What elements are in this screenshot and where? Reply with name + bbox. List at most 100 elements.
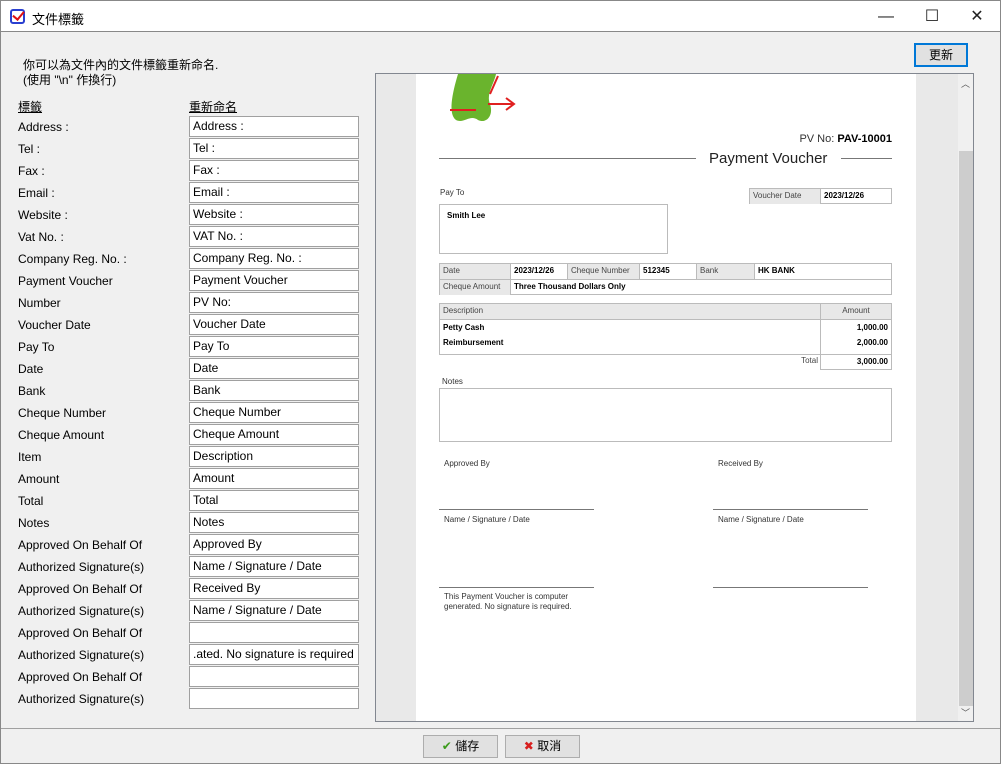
row-label: Email : xyxy=(18,186,55,200)
instructions: 你可以為文件內的文件標籤重新命名. (使用 "\n" 作換行) xyxy=(23,58,218,88)
row-label: Authorized Signature(s) xyxy=(18,604,145,618)
date-label: Date xyxy=(440,264,511,279)
rename-column-header: 重新命名 xyxy=(189,100,238,114)
rename-input[interactable]: Bank xyxy=(189,380,359,401)
row-label: Notes xyxy=(18,516,50,530)
rename-input[interactable]: Amount xyxy=(189,468,359,489)
bank-label: Bank xyxy=(697,264,755,279)
voucher-date-box: Voucher Date 2023/12/26 xyxy=(749,188,892,204)
scrollbar-thumb[interactable] xyxy=(959,151,973,706)
cross-icon: ✖ xyxy=(523,739,534,753)
company-logo xyxy=(450,74,516,122)
items-table: Description Amount Petty Cash 1,000.00 Rei… xyxy=(439,303,892,355)
title-rule xyxy=(439,158,696,159)
title-bar: 文件標籤 — ☐ ✕ xyxy=(1,1,1000,32)
rename-input[interactable]: Email : xyxy=(189,182,359,203)
signature-line xyxy=(439,509,594,510)
pay-to-label: Pay To xyxy=(440,188,465,197)
rename-input[interactable]: Website : xyxy=(189,204,359,225)
approved-by-label: Approved By xyxy=(444,459,490,468)
rename-input[interactable]: Received By xyxy=(189,578,359,599)
pay-to-box: Smith Lee xyxy=(439,204,668,254)
description-header: Description xyxy=(440,304,821,320)
total-box: 3,000.00 xyxy=(820,354,892,370)
rename-input[interactable]: Voucher Date xyxy=(189,314,359,335)
pv-label: PV No: xyxy=(799,133,835,145)
refresh-button[interactable]: 更新 xyxy=(914,43,968,67)
signature-caption: Name / Signature / Date xyxy=(444,515,530,524)
row-label: Authorized Signature(s) xyxy=(18,648,145,662)
signature-line xyxy=(713,587,868,588)
rename-input[interactable]: VAT No. : xyxy=(189,226,359,247)
row-label: Date xyxy=(18,362,44,376)
rename-input[interactable]: Approved By xyxy=(189,534,359,555)
rename-input[interactable]: Cheque Amount xyxy=(189,424,359,445)
cancel-label: 取消 xyxy=(537,739,562,753)
row-label: Item xyxy=(18,450,42,464)
row-label: Payment Voucher xyxy=(18,274,113,288)
rename-input[interactable]: Payment Voucher xyxy=(189,270,359,291)
preview-scrollbar[interactable]: ︿ ﹀ xyxy=(958,74,973,721)
row-label: Cheque Number xyxy=(18,406,107,420)
rename-input[interactable]: Name / Signature / Date xyxy=(189,600,359,621)
item-description: Petty Cash xyxy=(443,323,485,332)
row-label: Pay To xyxy=(18,340,55,354)
instruction-line-1: 你可以為文件內的文件標籤重新命名. xyxy=(23,58,219,72)
item-description: Reimbursement xyxy=(443,338,504,347)
row-label: Fax : xyxy=(18,164,45,178)
scroll-down-icon[interactable]: ﹀ xyxy=(961,706,970,719)
cheque-amount-value: Three Thousand Dollars Only xyxy=(514,282,626,291)
pv-value: PAV-10001 xyxy=(837,133,892,145)
rename-input[interactable]: Fax : xyxy=(189,160,359,181)
notes-label: Notes xyxy=(442,377,463,386)
preview-page: PV No: PAV-10001 Payment Voucher Pay To … xyxy=(416,74,916,721)
doc-title: Payment Voucher xyxy=(709,150,828,167)
row-label: Authorized Signature(s) xyxy=(18,560,145,574)
window-title: 文件標籤 xyxy=(32,12,85,27)
row-label: Amount xyxy=(18,472,60,486)
rename-input[interactable] xyxy=(189,622,359,643)
label-column-header: 標籤 xyxy=(18,100,43,114)
title-rule xyxy=(841,158,892,159)
row-label: Vat No. : xyxy=(18,230,64,244)
rename-input[interactable]: Name / Signature / Date xyxy=(189,556,359,577)
save-label: 儲存 xyxy=(455,739,480,753)
voucher-date-label: Voucher Date xyxy=(750,189,821,204)
cancel-button[interactable]: ✖ 取消 xyxy=(505,735,580,758)
minimize-button[interactable]: — xyxy=(863,1,909,32)
close-button[interactable]: ✕ xyxy=(954,1,1000,32)
voucher-date-value: 2023/12/26 xyxy=(824,191,865,200)
rename-input[interactable]: Tel : xyxy=(189,138,359,159)
rename-input[interactable]: Company Reg. No. : xyxy=(189,248,359,269)
received-by-label: Received By xyxy=(718,459,763,468)
cheque-table: Date 2023/12/26 Cheque Number 512345 Ban… xyxy=(439,263,892,295)
rename-input[interactable]: PV No: xyxy=(189,292,359,313)
scroll-up-icon[interactable]: ︿ xyxy=(961,77,970,90)
pv-number: PV No: PAV-10001 xyxy=(799,133,892,145)
rename-input[interactable] xyxy=(189,688,359,709)
rename-input[interactable]: ated. No signature is required. xyxy=(189,644,359,665)
total-value: 3,000.00 xyxy=(856,357,888,366)
dialog-window: 文件標籤 — ☐ ✕ 你可以為文件內的文件標籤重新命名. (使用 "\n" 作換… xyxy=(0,0,1001,764)
rename-input[interactable]: Cheque Number xyxy=(189,402,359,423)
rename-input[interactable]: Address : xyxy=(189,116,359,137)
rename-input[interactable]: Date xyxy=(189,358,359,379)
row-label: Approved On Behalf Of xyxy=(18,538,143,552)
amount-header: Amount xyxy=(821,304,891,320)
checkmark-icon: ✔ xyxy=(441,739,452,753)
cheque-amount-label: Cheque Amount xyxy=(440,280,511,295)
rename-input[interactable]: Notes xyxy=(189,512,359,533)
maximize-button[interactable]: ☐ xyxy=(909,1,955,32)
row-label: Address : xyxy=(18,120,69,134)
save-button[interactable]: ✔ 儲存 xyxy=(423,735,498,758)
rename-input[interactable]: Pay To xyxy=(189,336,359,357)
rename-input[interactable] xyxy=(189,666,359,687)
item-amount: 1,000.00 xyxy=(856,323,888,332)
cheque-number-value: 512345 xyxy=(640,264,697,279)
notes-box xyxy=(439,388,892,442)
rename-input[interactable]: Description xyxy=(189,446,359,467)
rename-input[interactable]: Total xyxy=(189,490,359,511)
bank-value: HK BANK xyxy=(758,266,795,275)
signature-line xyxy=(713,509,868,510)
row-label: Approved On Behalf Of xyxy=(18,582,143,596)
